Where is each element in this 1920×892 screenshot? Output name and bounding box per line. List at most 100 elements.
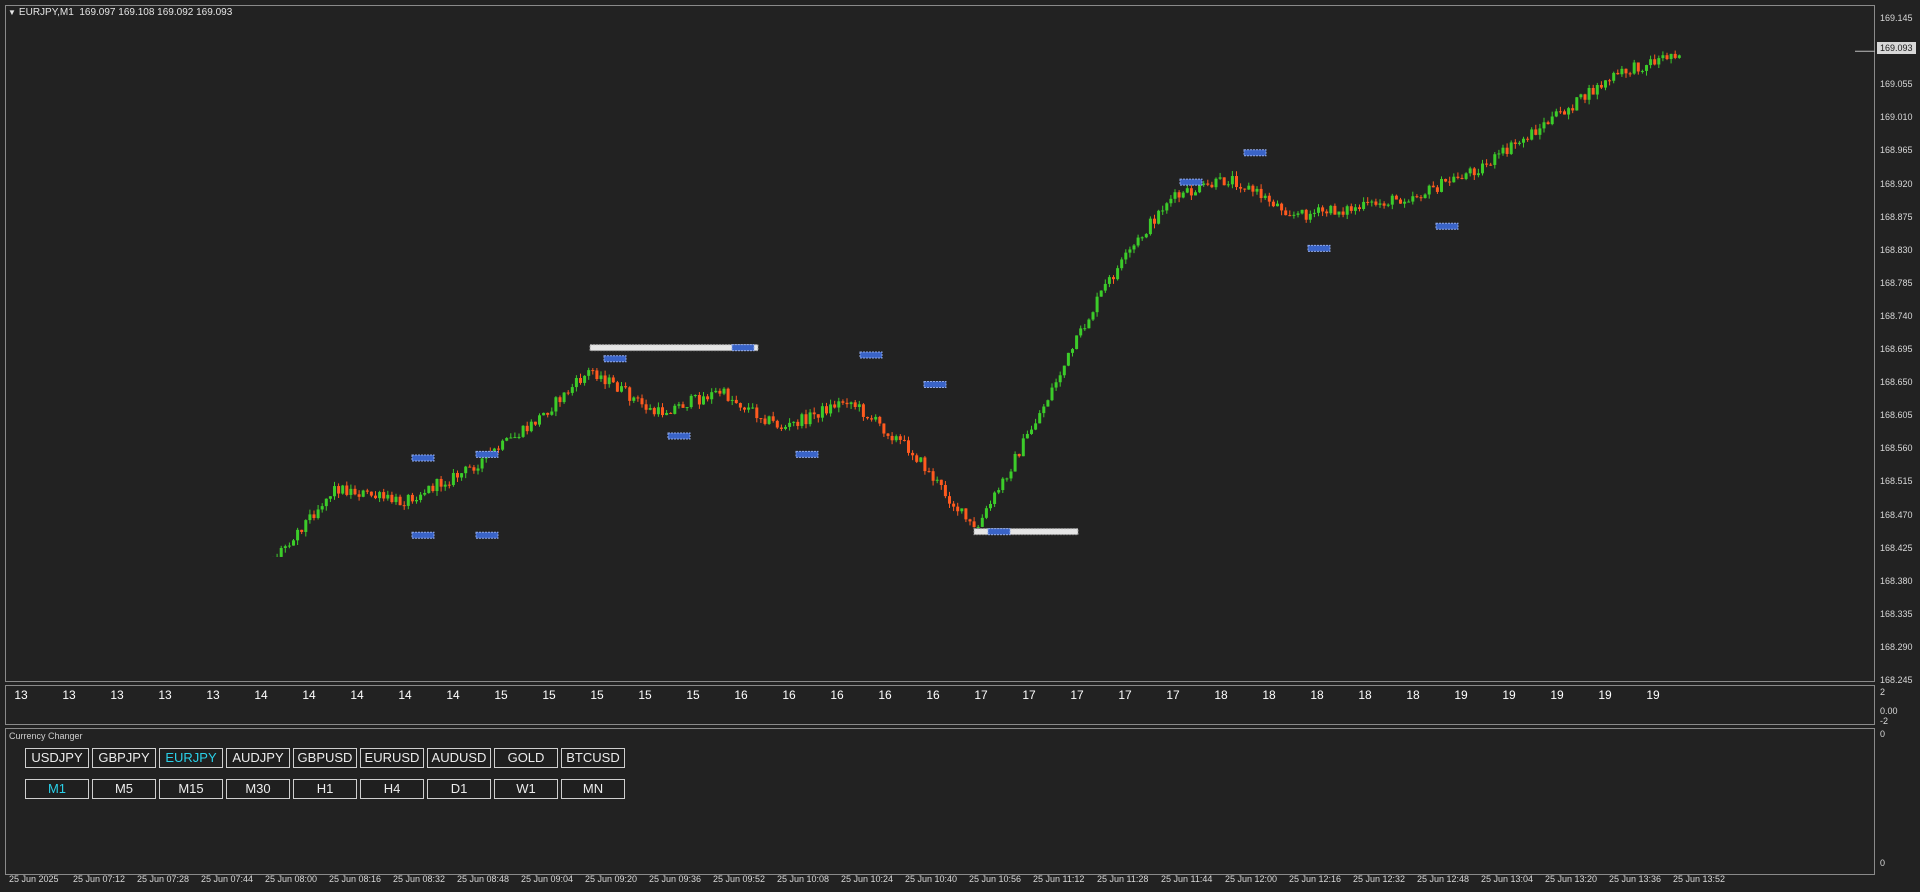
symbol-button-gbpjpy[interactable]: GBPJPY <box>92 748 156 768</box>
candle <box>1148 216 1152 236</box>
symbol-button-gold[interactable]: GOLD <box>494 748 558 768</box>
candle-body <box>792 421 796 423</box>
time-axis-label: 25 Jun 12:00 <box>1225 874 1278 884</box>
candle <box>1259 184 1263 203</box>
candle <box>935 476 939 484</box>
candle-body <box>661 407 664 416</box>
candle-body <box>1563 111 1566 115</box>
candle-body <box>472 467 476 471</box>
symbol-button-eurjpy[interactable]: EURJPY <box>159 748 223 768</box>
candle <box>398 494 402 506</box>
candle <box>542 412 546 416</box>
candle-body <box>386 494 390 499</box>
candle <box>1124 249 1128 264</box>
chart-menu-triangle-icon[interactable]: ▼ <box>8 8 16 17</box>
candle <box>1112 275 1115 284</box>
candle-body <box>1505 147 1509 154</box>
candle-body <box>907 440 910 453</box>
candle <box>1604 80 1607 91</box>
candle <box>706 394 710 402</box>
candle <box>316 504 320 520</box>
candle-body <box>1620 68 1624 75</box>
candle <box>1128 246 1132 258</box>
symbol-button-gbpusd[interactable]: GBPUSD <box>293 748 357 768</box>
candle-body <box>993 492 997 504</box>
candle <box>1161 205 1165 215</box>
indicator-axis-top: 2 <box>1880 687 1886 697</box>
candle-body <box>369 491 373 496</box>
swing-low-marker <box>1307 244 1331 252</box>
timeframe-button-w1[interactable]: W1 <box>494 779 558 799</box>
candle <box>861 403 865 421</box>
price-chart[interactable] <box>5 5 1875 557</box>
candle-body <box>1169 198 1173 204</box>
candle-body <box>1374 201 1378 205</box>
candle <box>1452 173 1456 183</box>
time-axis-label: 25 Jun 09:04 <box>521 874 574 884</box>
counter-value: 19 <box>1550 688 1564 702</box>
candle <box>902 435 906 442</box>
candle-body <box>1276 203 1279 207</box>
candle-body <box>1046 400 1050 407</box>
candle <box>1226 181 1230 188</box>
candle <box>849 401 853 410</box>
candle-body <box>620 386 623 392</box>
counter-value: 15 <box>590 688 604 702</box>
timeframe-button-m5[interactable]: M5 <box>92 779 156 799</box>
candle-body <box>497 448 500 450</box>
candle-body <box>1177 192 1181 198</box>
candle <box>1390 193 1394 210</box>
candle-body <box>296 529 300 541</box>
candle <box>1374 198 1378 207</box>
candle-body <box>1493 154 1497 165</box>
candle <box>1546 120 1550 125</box>
candle-body <box>410 494 414 502</box>
candle <box>907 436 910 456</box>
candle <box>661 403 664 418</box>
candle <box>1280 202 1284 216</box>
candle <box>1505 143 1509 157</box>
candle <box>505 437 509 442</box>
timeframe-button-m1[interactable]: M1 <box>25 779 89 799</box>
candle-body <box>874 416 878 420</box>
timeframe-button-mn[interactable]: MN <box>561 779 625 799</box>
counter-value: 16 <box>926 688 940 702</box>
candle <box>1620 65 1624 77</box>
candle-body <box>1394 195 1398 200</box>
counter-value: 14 <box>446 688 460 702</box>
candle <box>747 403 751 413</box>
candle <box>743 406 746 413</box>
symbol-button-usdjpy[interactable]: USDJPY <box>25 748 89 768</box>
timeframe-button-h4[interactable]: H4 <box>360 779 424 799</box>
symbol-button-audusd[interactable]: AUDUSD <box>427 748 491 768</box>
candle <box>538 413 541 427</box>
candle-body <box>866 416 869 419</box>
candle <box>1567 106 1571 120</box>
candle <box>1337 211 1341 218</box>
symbol-button-btcusd[interactable]: BTCUSD <box>561 748 625 768</box>
candle <box>1481 159 1484 176</box>
candle-body <box>1329 205 1333 214</box>
counter-value: 18 <box>1262 688 1276 702</box>
candle-body <box>1144 234 1148 238</box>
candle <box>1653 54 1657 66</box>
candle-body <box>505 438 509 441</box>
candle <box>882 423 886 438</box>
price-axis-label: 168.245 <box>1880 675 1913 685</box>
candle-body <box>1464 173 1468 179</box>
candle <box>734 395 738 404</box>
symbol-button-audjpy[interactable]: AUDJPY <box>226 748 290 768</box>
candle <box>956 502 960 516</box>
timeframe-button-h1[interactable]: H1 <box>293 779 357 799</box>
candle-body <box>997 490 1001 493</box>
candle-body <box>1165 203 1169 211</box>
candle-body <box>1587 87 1591 100</box>
timeframe-button-m30[interactable]: M30 <box>226 779 290 799</box>
timeframe-button-m15[interactable]: M15 <box>159 779 223 799</box>
timeframe-button-d1[interactable]: D1 <box>427 779 491 799</box>
candle <box>369 491 373 498</box>
candle <box>620 381 623 393</box>
candle-body <box>1534 129 1538 135</box>
symbol-button-eurusd[interactable]: EURUSD <box>360 748 424 768</box>
candle-body <box>595 370 599 380</box>
